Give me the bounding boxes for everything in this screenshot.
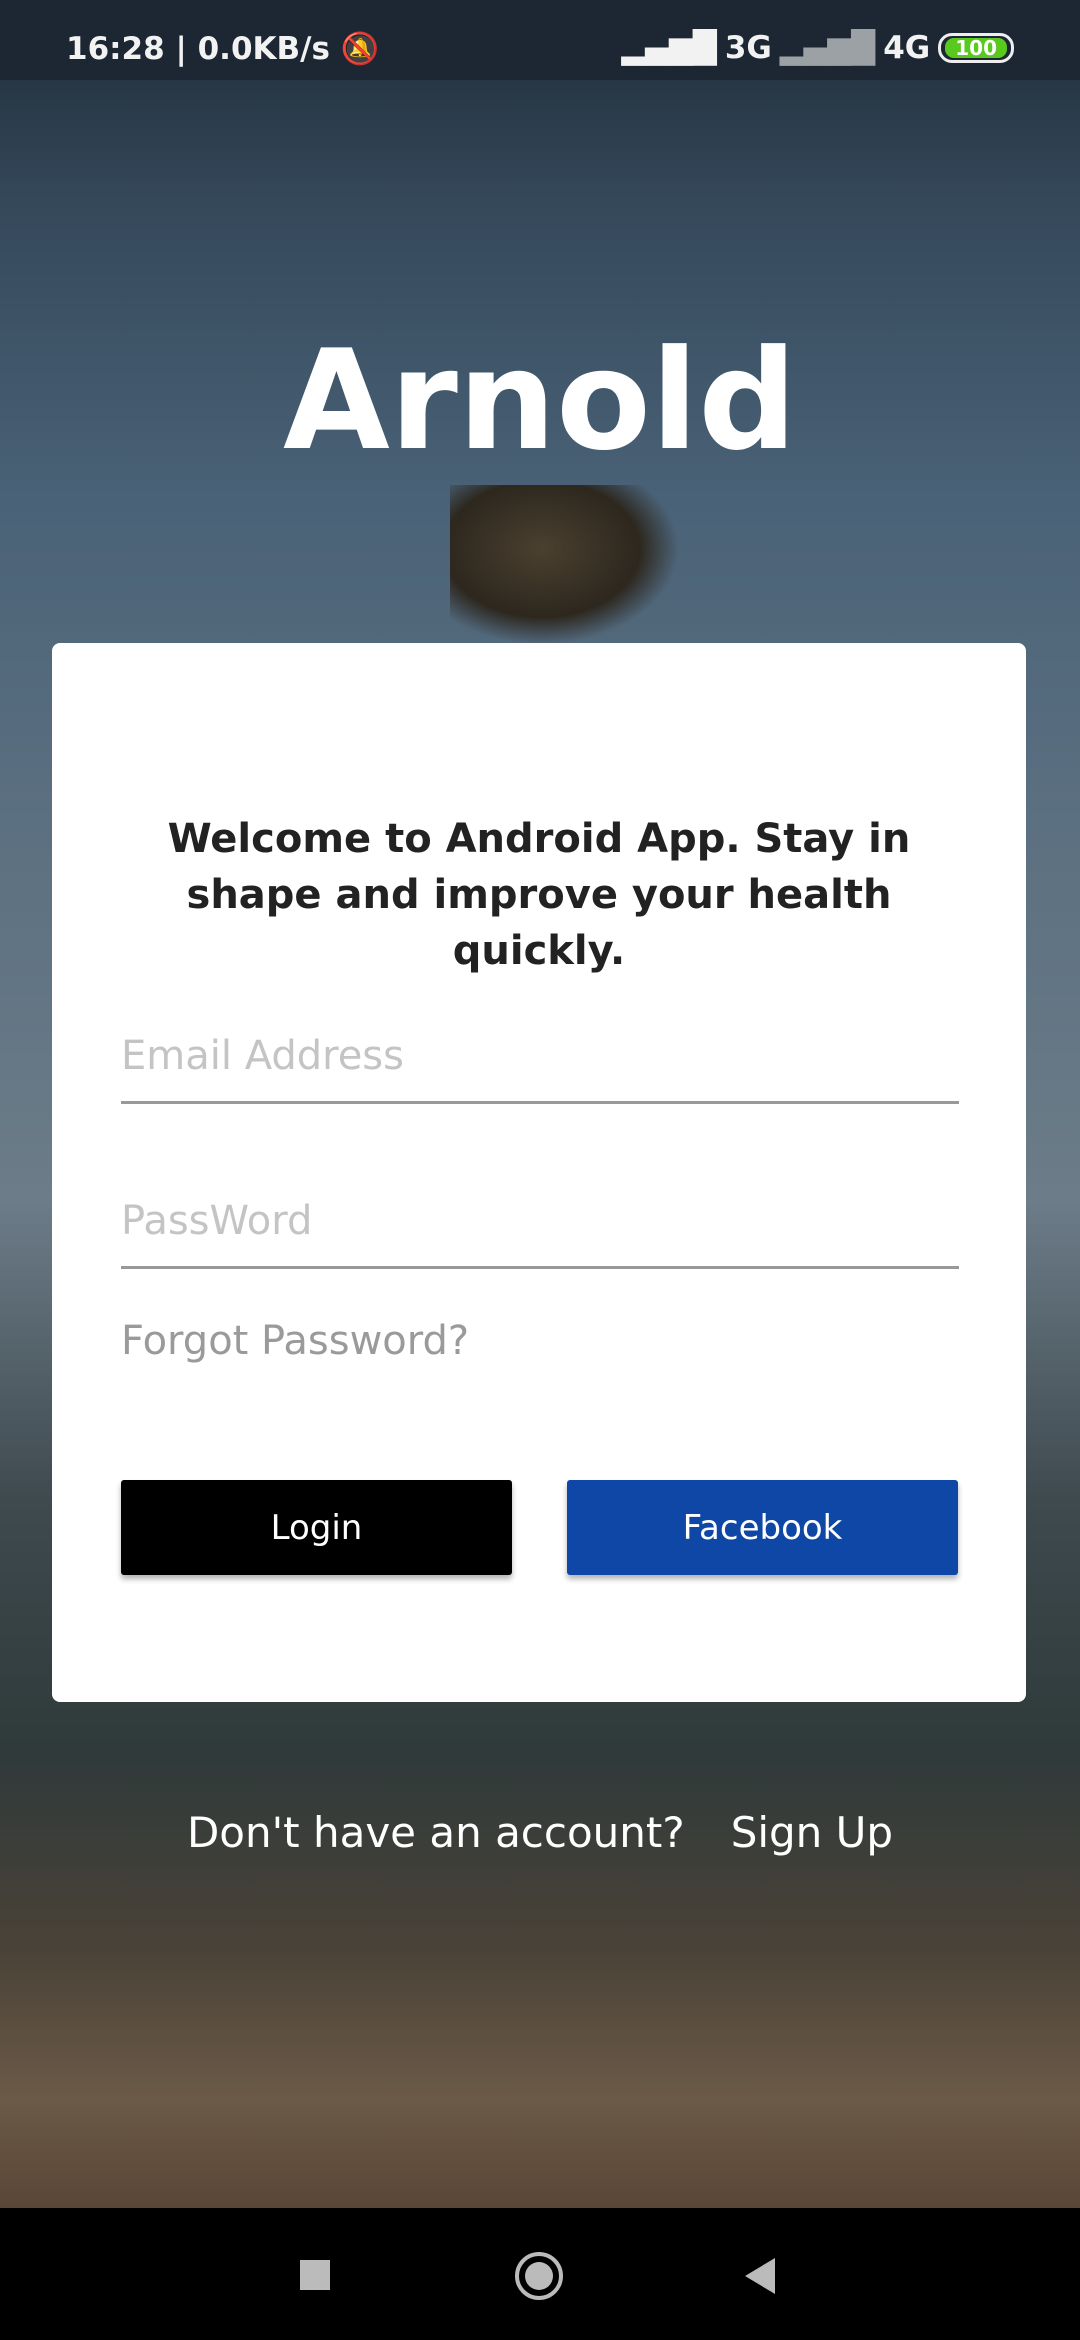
email-input[interactable]: Email Address — [121, 1033, 959, 1104]
signal-icon: ▂▄▆█ — [621, 30, 717, 66]
status-bar: 16:28 | 0.0KB/s 🔕 ▂▄▆█ 3G ▂▄▆█ 4G 100 — [0, 0, 1080, 80]
recents-icon[interactable] — [300, 2260, 330, 2290]
home-icon[interactable] — [515, 2252, 563, 2300]
network-4g: 4G — [883, 30, 931, 66]
back-icon[interactable] — [745, 2258, 775, 2294]
signup-link[interactable]: Sign Up — [731, 1808, 893, 1857]
login-card: Welcome to Android App. Stay in shape an… — [52, 643, 1026, 1702]
mute-bell-icon: 🔕 — [340, 31, 380, 67]
login-button[interactable]: Login — [121, 1480, 512, 1575]
password-input[interactable]: PassWord — [121, 1198, 959, 1269]
navigation-bar — [0, 2208, 1080, 2340]
network-3g: 3G — [724, 30, 772, 66]
battery-icon: 100 — [938, 33, 1014, 63]
signal-icon: ▂▄▆█ — [779, 30, 876, 66]
facebook-button[interactable]: Facebook — [567, 1480, 958, 1575]
app-title: Arnold — [283, 320, 797, 481]
welcome-text: Welcome to Android App. Stay in shape an… — [167, 816, 911, 974]
signup-prompt: Don't have an account? — [186, 1808, 685, 1857]
background-photo — [450, 485, 680, 645]
forgot-password-link[interactable]: Forgot Password? — [121, 1318, 469, 1364]
network-speed: 0.0KB/s — [197, 31, 330, 67]
time: 16:28 — [66, 31, 165, 67]
signup-row: Don't have an account? Sign Up — [0, 1808, 1080, 1857]
